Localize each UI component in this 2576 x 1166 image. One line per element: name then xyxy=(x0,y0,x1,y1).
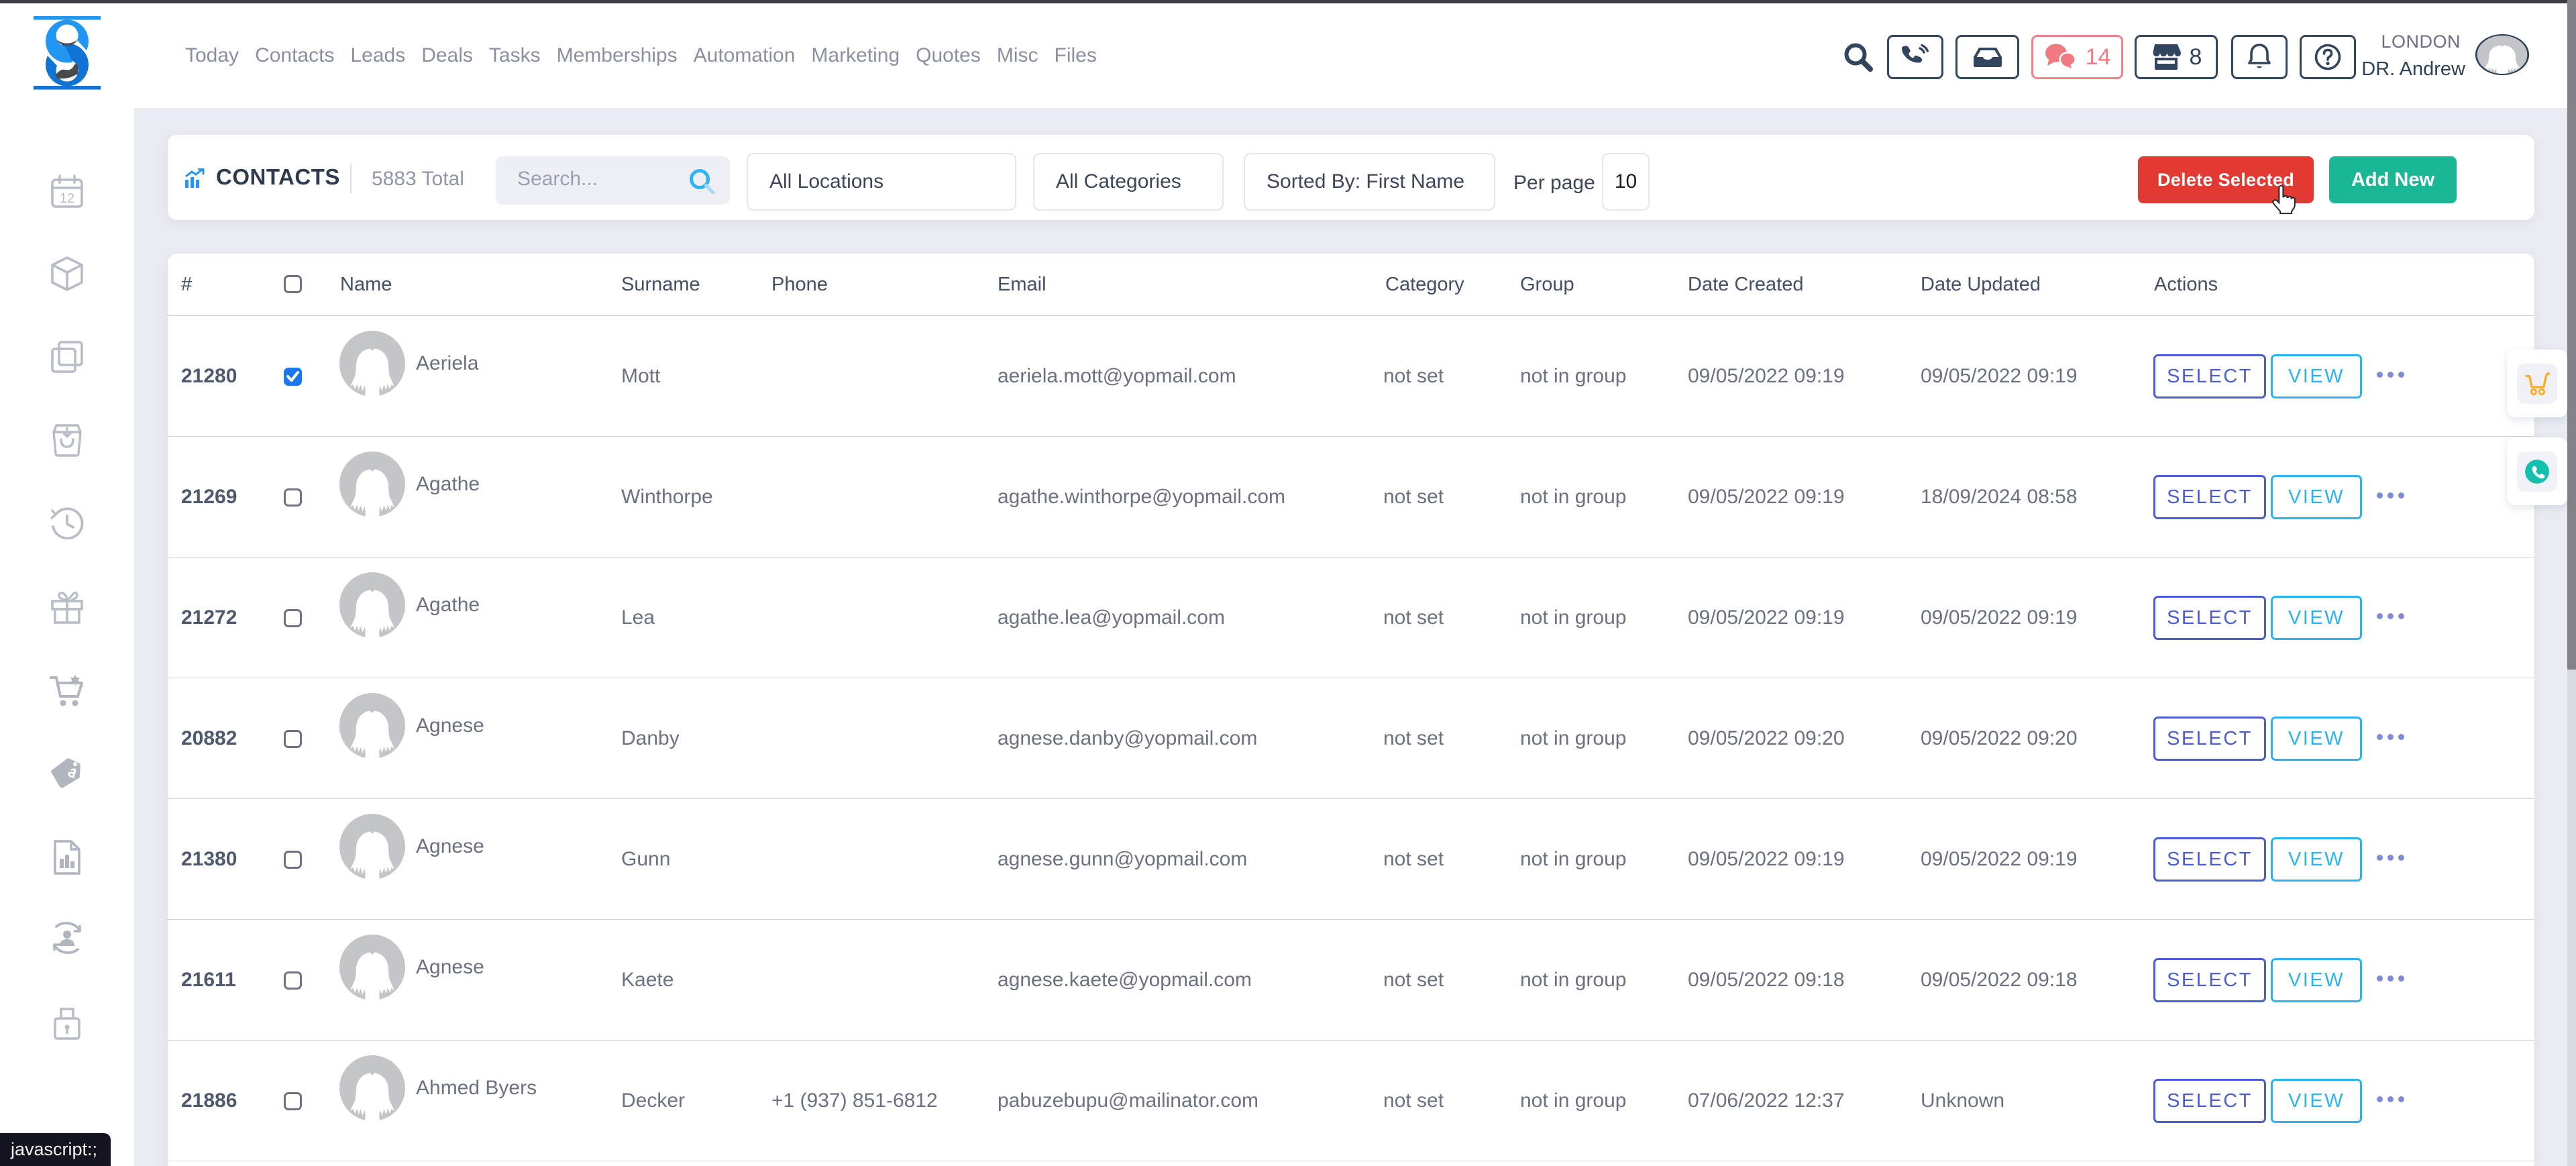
svg-text:12: 12 xyxy=(60,191,74,206)
